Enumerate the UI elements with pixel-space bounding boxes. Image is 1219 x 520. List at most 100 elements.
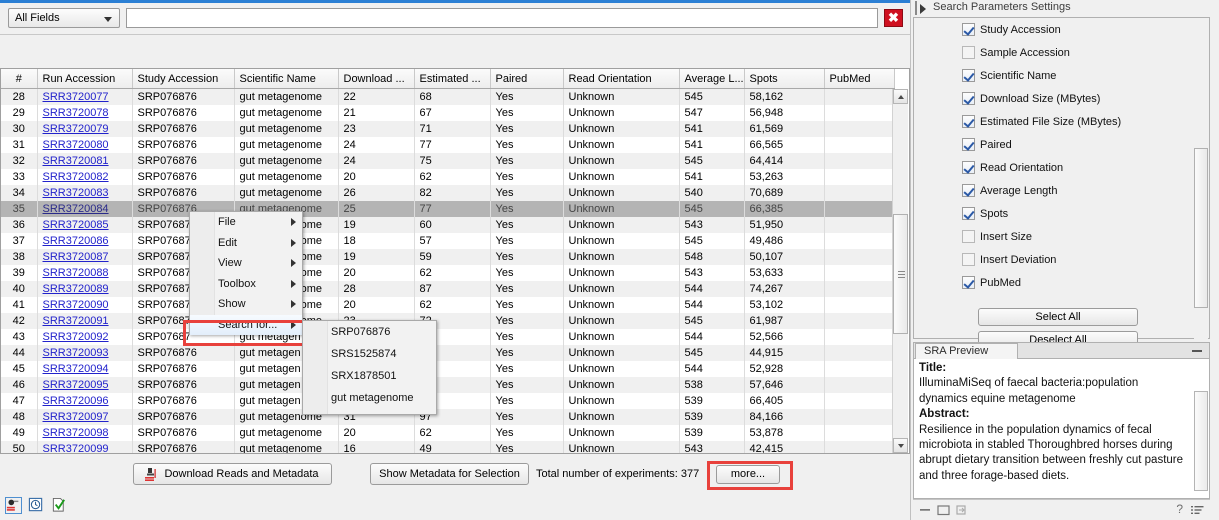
column-header-6[interactable]: Paired: [490, 69, 563, 89]
context-menu-item-show[interactable]: Show: [190, 294, 302, 315]
column-header-7[interactable]: Read Orientation: [563, 69, 679, 89]
column-header-10[interactable]: PubMed: [824, 69, 894, 89]
run-accession-link[interactable]: SRR3720099: [43, 443, 109, 454]
setting-checkbox-sampleaccession[interactable]: Sample Accession: [980, 46, 1070, 60]
setting-checkbox-scientificname[interactable]: Scientific Name: [980, 69, 1056, 83]
scroll-up-button[interactable]: [893, 89, 908, 104]
select-all-button[interactable]: Select All: [978, 308, 1138, 326]
submenu-item[interactable]: SRP076876: [303, 321, 436, 343]
checkbox-icon[interactable]: [962, 230, 975, 243]
table-vertical-scrollbar[interactable]: [892, 89, 908, 453]
column-header-2[interactable]: Study Accession: [132, 69, 234, 89]
help-icon[interactable]: ?: [1176, 502, 1183, 516]
settings-scrollbar-thumb[interactable]: [1194, 148, 1208, 308]
checkbox-icon[interactable]: [962, 161, 975, 174]
tasks-status-icon[interactable]: [51, 497, 68, 514]
scrollbar-thumb[interactable]: [893, 214, 908, 334]
checkbox-icon[interactable]: [962, 184, 975, 197]
run-accession-link[interactable]: SRR3720078: [43, 107, 109, 119]
table-row[interactable]: 35SRR3720084SRP076876gut metagenome2577Y…: [1, 201, 894, 217]
run-accession-link[interactable]: SRR3720082: [43, 171, 109, 183]
run-accession-link[interactable]: SRR3720095: [43, 379, 109, 391]
scroll-down-button[interactable]: [893, 438, 908, 453]
checkbox-icon[interactable]: [962, 69, 975, 82]
table-row[interactable]: 46SRR3720095SRP076876gut metagenYesUnkno…: [1, 377, 894, 393]
run-accession-link[interactable]: SRR3720097: [43, 411, 109, 423]
table-row[interactable]: 36SRR3720085SRP07687gut metagenome1960Ye…: [1, 217, 894, 233]
run-accession-link[interactable]: SRR3720098: [43, 427, 109, 439]
search-for-submenu[interactable]: SRP076876SRS1525874SRX1878501gut metagen…: [302, 320, 437, 415]
tab-sra-preview[interactable]: SRA Preview: [915, 343, 1018, 359]
setting-checkbox-downloadsizembytes[interactable]: Download Size (MBytes): [980, 92, 1100, 106]
table-row[interactable]: 29SRR3720078SRP076876gut metagenome2167Y…: [1, 105, 894, 121]
checkbox-icon[interactable]: [962, 138, 975, 151]
setting-checkbox-insertsize[interactable]: Insert Size: [980, 230, 1032, 244]
column-header-3[interactable]: Scientific Name: [234, 69, 338, 89]
run-accession-link[interactable]: SRR3720096: [43, 395, 109, 407]
table-row[interactable]: 33SRR3720082SRP076876gut metagenome2062Y…: [1, 169, 894, 185]
table-row[interactable]: 50SRR3720099SRP076876gut metagenome1649Y…: [1, 441, 894, 454]
folder-icon[interactable]: [937, 504, 950, 516]
detach-icon[interactable]: [955, 504, 968, 516]
run-accession-link[interactable]: SRR3720081: [43, 155, 109, 167]
preview-scrollbar[interactable]: [1194, 377, 1208, 499]
submenu-item[interactable]: SRS1525874: [303, 343, 436, 365]
context-menu-item-view[interactable]: View: [190, 253, 302, 274]
collapse-icon[interactable]: [919, 504, 932, 516]
clear-search-button[interactable]: ✖: [884, 9, 903, 27]
context-menu-item-file[interactable]: File: [190, 212, 302, 233]
context-menu-item-toolbox[interactable]: Toolbox: [190, 274, 302, 295]
table-row[interactable]: 38SRR3720087SRP07687gut metagenome1959Ye…: [1, 249, 894, 265]
checkbox-icon[interactable]: [962, 23, 975, 36]
table-row[interactable]: 49SRR3720098SRP076876gut metagenome2062Y…: [1, 425, 894, 441]
column-header-9[interactable]: Spots: [744, 69, 824, 89]
table-row[interactable]: 48SRR3720097SRP076876gut metagenome3197Y…: [1, 409, 894, 425]
setting-checkbox-paired[interactable]: Paired: [980, 138, 1012, 152]
settings-vertical-scrollbar[interactable]: [1194, 36, 1208, 356]
search-parameters-settings-header[interactable]: Search Parameters Settings: [911, 0, 1219, 17]
run-accession-link[interactable]: SRR3720090: [43, 299, 109, 311]
run-accession-link[interactable]: SRR3720091: [43, 315, 109, 327]
checkbox-icon[interactable]: [962, 276, 975, 289]
table-row[interactable]: 28SRR3720077SRP076876gut metagenome2268Y…: [1, 89, 894, 106]
column-header-0[interactable]: #: [1, 69, 37, 89]
run-accession-link[interactable]: SRR3720093: [43, 347, 109, 359]
run-accession-link[interactable]: SRR3720079: [43, 123, 109, 135]
setting-checkbox-studyaccession[interactable]: Study Accession: [980, 23, 1061, 37]
checkbox-icon[interactable]: [962, 46, 975, 59]
sra-search-status-icon[interactable]: [5, 497, 22, 514]
setting-checkbox-averagelength[interactable]: Average Length: [980, 184, 1057, 198]
setting-checkbox-readorientation[interactable]: Read Orientation: [980, 161, 1063, 175]
run-accession-link[interactable]: SRR3720094: [43, 363, 109, 375]
checkbox-icon[interactable]: [962, 207, 975, 220]
download-reads-and-metadata-button[interactable]: Download Reads and Metadata: [133, 463, 332, 485]
run-accession-link[interactable]: SRR3720084: [43, 203, 109, 215]
table-row[interactable]: 39SRR3720088SRP07687gut metagenome2062Ye…: [1, 265, 894, 281]
table-row[interactable]: 41SRR3720090SRP07687gut metagenome2062Ye…: [1, 297, 894, 313]
table-row[interactable]: 31SRR3720080SRP076876gut metagenome2477Y…: [1, 137, 894, 153]
table-row[interactable]: 34SRR3720083SRP076876gut metagenome2682Y…: [1, 185, 894, 201]
table-row[interactable]: 45SRR3720094SRP076876gut metagenYesUnkno…: [1, 361, 894, 377]
run-accession-link[interactable]: SRR3720086: [43, 235, 109, 247]
run-accession-link[interactable]: SRR3720089: [43, 283, 109, 295]
search-query-input[interactable]: [126, 8, 878, 28]
run-accession-link[interactable]: SRR3720087: [43, 251, 109, 263]
setting-checkbox-estimatedfilesizembytes[interactable]: Estimated File Size (MBytes): [980, 115, 1121, 129]
setting-checkbox-spots[interactable]: Spots: [980, 207, 1008, 221]
table-row[interactable]: 37SRR3720086SRP07687gut metagenome1857Ye…: [1, 233, 894, 249]
minimize-icon[interactable]: [1192, 350, 1202, 352]
submenu-item[interactable]: gut metagenome: [303, 387, 436, 409]
run-accession-link[interactable]: SRR3720083: [43, 187, 109, 199]
column-header-5[interactable]: Estimated ...: [414, 69, 490, 89]
setting-checkbox-insertdeviation[interactable]: Insert Deviation: [980, 253, 1056, 267]
run-accession-link[interactable]: SRR3720092: [43, 331, 109, 343]
table-row[interactable]: 42SRR3720091SRP07687gut metagenome2372Ye…: [1, 313, 894, 329]
checkbox-icon[interactable]: [962, 92, 975, 105]
show-metadata-for-selection-button[interactable]: Show Metadata for Selection: [370, 463, 529, 485]
list-options-icon[interactable]: [1191, 505, 1204, 515]
context-menu-item-searchfor[interactable]: Search for...: [190, 315, 302, 336]
checkbox-icon[interactable]: [962, 253, 975, 266]
preview-scrollbar-thumb[interactable]: [1194, 391, 1208, 491]
history-status-icon[interactable]: [28, 497, 45, 514]
table-row[interactable]: 47SRR3720096SRP076876gut metagenYesUnkno…: [1, 393, 894, 409]
